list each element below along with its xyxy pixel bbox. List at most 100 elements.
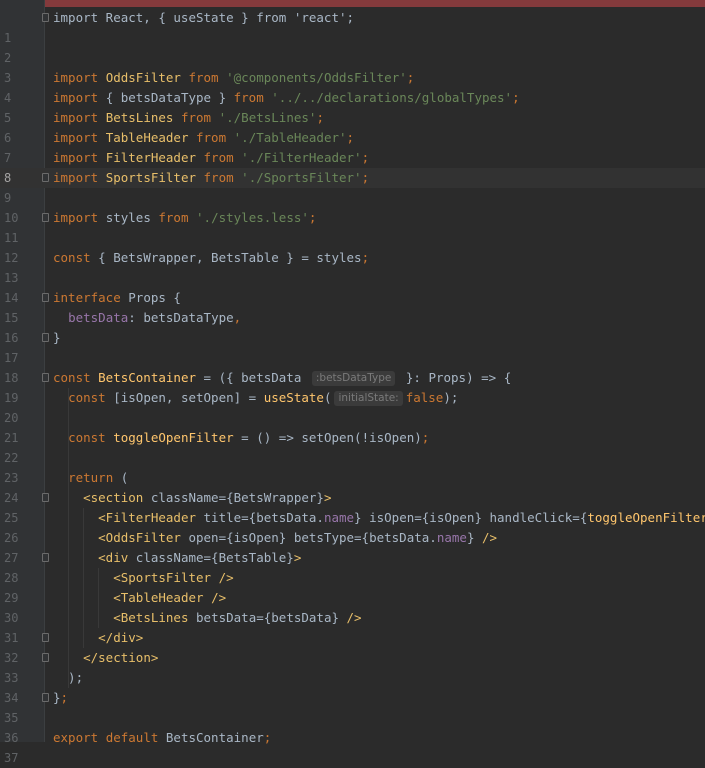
fold-marker-icon[interactable] bbox=[42, 553, 49, 562]
code-token: SportsFilter bbox=[105, 170, 204, 185]
code-line[interactable]: 12 const { BetsWrapper, BetsTable } = sty… bbox=[0, 248, 705, 268]
code-line[interactable]: 24 <section className={BetsWrapper}> bbox=[0, 488, 705, 508]
code-token: Props { bbox=[128, 290, 181, 305]
code-line[interactable]: 9 bbox=[0, 188, 705, 208]
code-token: import bbox=[53, 150, 106, 165]
code-line[interactable]: 28 <SportsFilter /> bbox=[0, 568, 705, 588]
line-number: 8 bbox=[4, 171, 12, 185]
code-line[interactable]: 29 <TableHeader /> bbox=[0, 588, 705, 608]
line-number: 28 bbox=[4, 571, 19, 585]
code-text: import React, { useState } from 'react'; bbox=[53, 8, 354, 28]
code-line[interactable]: 19 const [isOpen, setOpen] = useState(in… bbox=[0, 388, 705, 408]
fold-marker-icon[interactable] bbox=[42, 373, 49, 382]
line-number: 30 bbox=[4, 611, 19, 625]
code-token: export bbox=[53, 730, 106, 745]
code-line[interactable]: 7 import FilterHeader from './FilterHeade… bbox=[0, 148, 705, 168]
code-token: return bbox=[68, 470, 121, 485]
code-token: : betsDataType bbox=[128, 310, 234, 325]
fold-marker-icon[interactable] bbox=[42, 653, 49, 662]
code-line[interactable]: 22 bbox=[0, 448, 705, 468]
code-text: return ( bbox=[53, 468, 128, 488]
code-line[interactable]: 4 import { betsDataType } from '../../dec… bbox=[0, 88, 705, 108]
code-text: <div className={BetsTable}> bbox=[53, 548, 301, 568]
code-line[interactable]: 14 interface Props { bbox=[0, 288, 705, 308]
line-number: 35 bbox=[4, 711, 19, 725]
code-token: '@components/OddsFilter' bbox=[226, 70, 407, 85]
line-number: 22 bbox=[4, 451, 19, 465]
code-token: [isOpen, setOpen] = bbox=[113, 390, 264, 405]
code-token: from bbox=[180, 110, 219, 125]
code-line[interactable]: 36 export default BetsContainer; bbox=[0, 728, 705, 748]
code-token: ; bbox=[60, 690, 69, 705]
code-token: const bbox=[68, 430, 114, 445]
fold-marker-icon[interactable] bbox=[42, 693, 49, 702]
code-line[interactable]: 21 const toggleOpenFilter = () => setOpe… bbox=[0, 428, 705, 448]
line-number: 12 bbox=[4, 251, 19, 265]
code-token: <SportsFilter bbox=[113, 570, 219, 585]
code-token: './styles.less' bbox=[196, 210, 309, 225]
code-line[interactable]: 35 bbox=[0, 708, 705, 728]
code-line[interactable]: 20 bbox=[0, 408, 705, 428]
code-line[interactable]: 27 <div className={BetsTable}> bbox=[0, 548, 705, 568]
code-line[interactable]: 25 <FilterHeader title={betsData.name} i… bbox=[0, 508, 705, 528]
code-token: toggleOpenFilter bbox=[113, 430, 234, 445]
fold-marker-icon[interactable] bbox=[42, 633, 49, 642]
line-number: 5 bbox=[4, 111, 12, 125]
code-line[interactable]: 18 const BetsContainer = ({ betsData :bet… bbox=[0, 368, 705, 388]
code-line[interactable]: 17 bbox=[0, 348, 705, 368]
code-editor[interactable]: import React, { useState } from 'react';… bbox=[0, 0, 705, 765]
code-token: ; bbox=[361, 250, 370, 265]
code-line[interactable]: 30 <BetsLines betsData={betsData} /> bbox=[0, 608, 705, 628]
code-token: /> bbox=[211, 590, 227, 605]
indent-guide bbox=[98, 568, 99, 628]
fold-marker-icon[interactable] bbox=[42, 493, 49, 502]
code-text: import FilterHeader from './FilterHeader… bbox=[53, 148, 369, 168]
code-line[interactable]: 10 import styles from './styles.less'; bbox=[0, 208, 705, 228]
code-line[interactable]: 31 </div> bbox=[0, 628, 705, 648]
code-text: const BetsContainer = ({ betsData :betsD… bbox=[53, 368, 511, 388]
code-token: ; bbox=[346, 130, 355, 145]
code-line[interactable]: 11 bbox=[0, 228, 705, 248]
code-line[interactable]: 13 bbox=[0, 268, 705, 288]
line-number: 33 bbox=[4, 671, 19, 685]
code-line[interactable]: 3 import OddsFilter from '@components/Odd… bbox=[0, 68, 705, 88]
code-token: BetsLines bbox=[105, 110, 181, 125]
code-token: import bbox=[53, 70, 106, 85]
fold-marker-icon[interactable] bbox=[42, 13, 49, 22]
code-line[interactable]: import React, { useState } from 'react'; bbox=[0, 8, 705, 28]
fold-marker-icon[interactable] bbox=[42, 293, 49, 302]
code-token: /> bbox=[346, 610, 362, 625]
code-line[interactable]: 2 bbox=[0, 48, 705, 68]
code-token: './FilterHeader' bbox=[241, 150, 362, 165]
code-token: ; bbox=[406, 70, 415, 85]
code-line[interactable]: 16} bbox=[0, 328, 705, 348]
code-token: > bbox=[323, 490, 332, 505]
code-line[interactable]: 33 ); bbox=[0, 668, 705, 688]
fold-marker-icon[interactable] bbox=[42, 173, 49, 182]
code-line[interactable]: 1 bbox=[0, 28, 705, 48]
code-token: styles bbox=[105, 210, 159, 225]
code-line[interactable]: 32 </section> bbox=[0, 648, 705, 668]
code-text: interface Props { bbox=[53, 288, 181, 308]
code-token: from bbox=[188, 70, 227, 85]
line-number: 7 bbox=[4, 151, 12, 165]
code-line[interactable]: 5 import BetsLines from './BetsLines'; bbox=[0, 108, 705, 128]
code-token: ; bbox=[361, 170, 370, 185]
code-line[interactable]: 37 bbox=[0, 748, 705, 768]
code-line[interactable]: 34}; bbox=[0, 688, 705, 708]
code-token: from bbox=[158, 210, 197, 225]
code-line[interactable]: 8 import SportsFilter from './SportsFilte… bbox=[0, 168, 705, 188]
code-line[interactable]: 26 <OddsFilter open={isOpen} betsType={b… bbox=[0, 528, 705, 548]
fold-marker-icon[interactable] bbox=[42, 213, 49, 222]
line-number: 10 bbox=[4, 211, 19, 225]
code-token: } isOpen={isOpen} handleClick={ bbox=[354, 510, 588, 525]
code-line[interactable]: 15 betsData: betsDataType, bbox=[0, 308, 705, 328]
code-line[interactable]: 6 import TableHeader from './TableHeader'… bbox=[0, 128, 705, 148]
code-text: import BetsLines from './BetsLines'; bbox=[53, 108, 324, 128]
code-line[interactable]: 23 return ( bbox=[0, 468, 705, 488]
fold-marker-icon[interactable] bbox=[42, 333, 49, 342]
